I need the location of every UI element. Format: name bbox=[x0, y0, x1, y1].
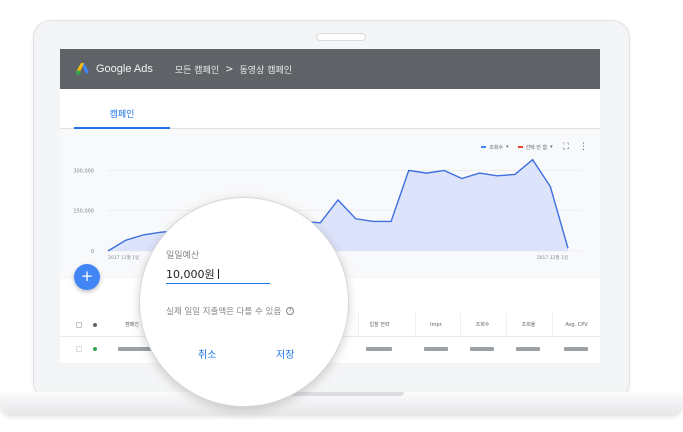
column-impr[interactable]: Impr. bbox=[415, 313, 457, 337]
top-app-bar: Google Ads 모든 캠페인 > 동영상 캠페인 bbox=[60, 49, 600, 89]
breadcrumb-all-campaigns[interactable]: 모든 캠페인 bbox=[175, 63, 219, 76]
row-checkbox[interactable] bbox=[76, 346, 82, 352]
y-tick-label: 150,000 bbox=[73, 209, 94, 215]
redacted-campaign-name bbox=[118, 347, 152, 351]
save-button[interactable]: 저장 bbox=[276, 346, 294, 361]
breadcrumb-separator: > bbox=[225, 63, 234, 75]
y-tick-label: 300,000 bbox=[73, 168, 94, 174]
redacted-impr bbox=[424, 347, 448, 351]
redacted-bid-strategy bbox=[366, 347, 392, 351]
cancel-button[interactable]: 취소 bbox=[198, 346, 216, 361]
daily-budget-label: 일일예산 bbox=[166, 251, 200, 261]
select-all-checkbox[interactable] bbox=[76, 322, 82, 328]
tab-campaigns[interactable]: 캠페인 bbox=[74, 89, 170, 129]
text-cursor bbox=[217, 269, 219, 279]
daily-budget-value: 10,000원 bbox=[166, 268, 215, 281]
redacted-view-rate bbox=[516, 347, 540, 351]
help-icon[interactable]: ? bbox=[286, 307, 295, 315]
redacted-avg-cpv bbox=[564, 347, 588, 351]
budget-hint-text: 실제 일일 지출액은 다를 수 있음 bbox=[166, 307, 282, 317]
x-tick-label-start: 2017 11월 1일 bbox=[108, 254, 139, 261]
google-ads-logo[interactable]: Google Ads bbox=[76, 63, 153, 75]
redacted-views bbox=[470, 347, 494, 351]
column-avg-cpv[interactable]: Avg. CPV bbox=[552, 313, 600, 337]
x-tick-label-end: 2017 12월 1일 bbox=[537, 254, 568, 261]
column-view-rate[interactable]: 조회율 bbox=[506, 313, 550, 337]
laptop-camera bbox=[316, 33, 366, 41]
y-tick-label: 0 bbox=[91, 249, 94, 255]
column-bid-strategy[interactable]: 입찰 전략 bbox=[358, 313, 400, 337]
tab-bar: 캠페인 bbox=[60, 89, 600, 129]
budget-dialog-magnifier: 일일예산 10,000원 실제 일일 지출액은 다를 수 있음 ? 취소 저장 bbox=[139, 197, 349, 407]
status-dot-icon bbox=[93, 347, 97, 351]
status-dot-icon bbox=[93, 323, 97, 327]
laptop-base-notch bbox=[280, 392, 404, 396]
google-ads-logo-icon bbox=[76, 63, 89, 75]
column-views[interactable]: 조회수 bbox=[460, 313, 504, 337]
breadcrumb-current: 동영상 캠페인 bbox=[239, 65, 293, 76]
daily-budget-input[interactable]: 10,000원 bbox=[166, 266, 270, 284]
logo-text: Google Ads bbox=[96, 63, 153, 75]
laptop-mockup: Google Ads 모든 캠페인 > 동영상 캠페인 캠페인 조회수 ▾ 선택 bbox=[0, 0, 683, 432]
breadcrumb: 모든 캠페인 > 동영상 캠페인 bbox=[175, 63, 292, 76]
budget-hint: 실제 일일 지출액은 다를 수 있음 ? bbox=[166, 305, 295, 317]
add-campaign-button[interactable]: + bbox=[74, 264, 100, 290]
